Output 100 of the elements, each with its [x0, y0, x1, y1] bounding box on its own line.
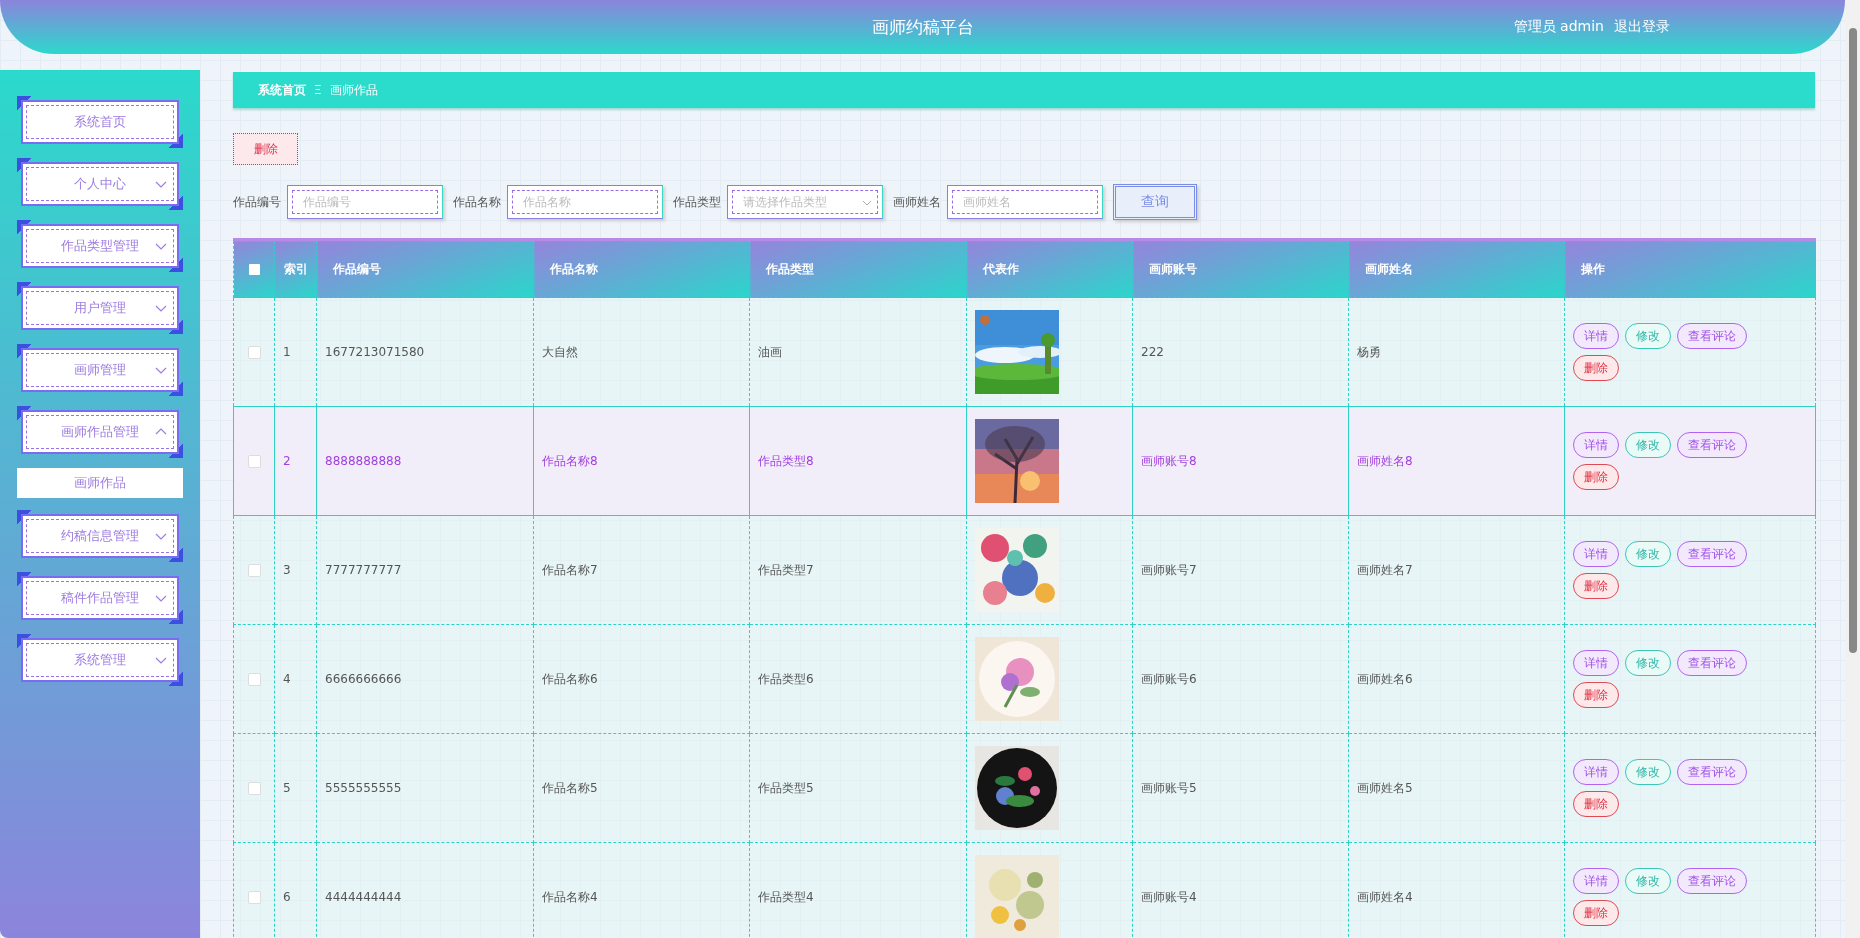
- delete-button[interactable]: 删除: [1573, 682, 1619, 708]
- row-checkbox[interactable]: [247, 455, 261, 468]
- table-cell: 大自然: [542, 344, 578, 359]
- row-checkbox[interactable]: [247, 673, 261, 686]
- table-cell: 1: [283, 345, 291, 359]
- table-cell: 画师姓名4: [1357, 889, 1413, 904]
- column-header: 作品编号: [316, 239, 534, 298]
- column-header: 作品类型: [749, 239, 967, 298]
- edit-button[interactable]: 修改: [1625, 432, 1671, 458]
- table-cell: 画师姓名8: [1357, 453, 1413, 468]
- column-header: 画师账号: [1132, 239, 1349, 298]
- table-cell: 1677213071580: [325, 345, 425, 359]
- table-cell: 2: [283, 454, 291, 468]
- input-field[interactable]: 作品编号: [287, 185, 443, 219]
- row-checkbox[interactable]: [247, 891, 261, 904]
- table-row[interactable]: 5 5555555555 作品名称5 作品类型5 画师账号5 画师姓名5 详情 修改 查看评论 删除: [233, 733, 1816, 843]
- sidebar-item[interactable]: 系统管理: [17, 634, 183, 686]
- table-row[interactable]: 4 6666666666 作品名称6 作品类型6 画师账号6 画师姓名6 详情 修改 查看评论 删除: [233, 624, 1816, 734]
- table-cell: 6666666666: [325, 672, 402, 686]
- table-cell: 5555555555: [325, 781, 402, 795]
- edit-button[interactable]: 修改: [1625, 759, 1671, 785]
- delete-button[interactable]: 删除: [233, 133, 298, 165]
- sidebar-item[interactable]: 画师管理: [17, 344, 183, 396]
- detail-button[interactable]: 详情: [1573, 432, 1619, 458]
- comments-button[interactable]: 查看评论: [1677, 759, 1747, 785]
- sidebar-item[interactable]: 作品类型管理: [17, 220, 183, 272]
- table-cell: 222: [1141, 345, 1164, 359]
- sidebar-item[interactable]: 画师作品管理: [17, 406, 183, 458]
- table-cell: 8888888888: [325, 454, 402, 468]
- logout-link[interactable]: 退出登录: [1614, 18, 1670, 36]
- scrollbar[interactable]: [1845, 0, 1860, 938]
- table-cell: 画师姓名7: [1357, 562, 1413, 577]
- delete-button[interactable]: 删除: [1573, 355, 1619, 381]
- edit-button[interactable]: 修改: [1625, 868, 1671, 894]
- edit-button[interactable]: 修改: [1625, 541, 1671, 567]
- table-cell: 作品类型4: [758, 889, 814, 904]
- comments-button[interactable]: 查看评论: [1677, 541, 1747, 567]
- detail-button[interactable]: 详情: [1573, 759, 1619, 785]
- table-cell: 画师账号5: [1141, 780, 1197, 795]
- table-cell: 画师账号8: [1141, 453, 1197, 468]
- row-checkbox[interactable]: [247, 782, 261, 795]
- comments-button[interactable]: 查看评论: [1677, 432, 1747, 458]
- table-cell: 作品类型6: [758, 671, 814, 686]
- edit-button[interactable]: 修改: [1625, 650, 1671, 676]
- table-cell: 作品类型5: [758, 780, 814, 795]
- detail-button[interactable]: 详情: [1573, 323, 1619, 349]
- table-cell: 画师账号6: [1141, 671, 1197, 686]
- field-label: 画师姓名: [893, 193, 941, 211]
- table-cell: 油画: [758, 344, 782, 359]
- row-checkbox[interactable]: [247, 346, 261, 359]
- search-button[interactable]: 查询: [1113, 184, 1197, 220]
- sidebar-item[interactable]: 个人中心: [17, 158, 183, 210]
- table-row[interactable]: 1 1677213071580 大自然 油画 222 杨勇 详情 修改 查看评论 删除: [233, 297, 1816, 407]
- table-cell: 6: [283, 890, 291, 904]
- detail-button[interactable]: 详情: [1573, 868, 1619, 894]
- table-cell: 作品名称5: [542, 780, 598, 795]
- table-cell: 3: [283, 563, 291, 577]
- table-row[interactable]: 6 4444444444 作品名称4 作品类型4 画师账号4 画师姓名4 详情 修改 查看评论 删除: [233, 842, 1816, 938]
- table-cell: 画师姓名6: [1357, 671, 1413, 686]
- table-cell: 画师账号4: [1141, 889, 1197, 904]
- column-header: 索引: [274, 239, 317, 298]
- user-label: 管理员 admin: [1513, 18, 1604, 36]
- select-all-checkbox[interactable]: [248, 264, 260, 275]
- comments-button[interactable]: 查看评论: [1677, 650, 1747, 676]
- sidebar-item[interactable]: 系统首页: [17, 96, 183, 148]
- delete-button[interactable]: 删除: [1573, 791, 1619, 817]
- table-cell: 作品名称8: [542, 453, 598, 468]
- table-cell: 作品类型7: [758, 562, 814, 577]
- column-header: 画师姓名: [1348, 239, 1565, 298]
- table-cell: 作品类型8: [758, 453, 814, 468]
- breadcrumb-separator: Ξ: [314, 83, 322, 97]
- delete-button[interactable]: 删除: [1573, 573, 1619, 599]
- table-row[interactable]: 3 7777777777 作品名称7 作品类型7 画师账号7 画师姓名7 详情 修改 查看评论 删除: [233, 515, 1816, 625]
- detail-button[interactable]: 详情: [1573, 541, 1619, 567]
- column-header: 作品名称: [533, 239, 750, 298]
- sidebar-subitem[interactable]: 画师作品: [17, 468, 183, 498]
- table-cell: 杨勇: [1357, 344, 1381, 359]
- edit-button[interactable]: 修改: [1625, 323, 1671, 349]
- select-field[interactable]: 请选择作品类型: [727, 185, 883, 219]
- table-row[interactable]: 2 8888888888 作品名称8 作品类型8 画师账号8 画师姓名8 详情 修改 查看评论 删除: [233, 406, 1816, 516]
- comments-button[interactable]: 查看评论: [1677, 868, 1747, 894]
- delete-button[interactable]: 删除: [1573, 900, 1619, 926]
- sidebar-item[interactable]: 用户管理: [17, 282, 183, 334]
- table-cell: 作品名称6: [542, 671, 598, 686]
- table-cell: 4444444444: [325, 890, 402, 904]
- sidebar-item[interactable]: 约稿信息管理: [17, 510, 183, 562]
- field-label: 作品名称: [453, 193, 501, 211]
- comments-button[interactable]: 查看评论: [1677, 323, 1747, 349]
- table-cell: 画师姓名5: [1357, 780, 1413, 795]
- input-field[interactable]: 作品名称: [507, 185, 663, 219]
- column-header: 代表作: [966, 239, 1133, 298]
- detail-button[interactable]: 详情: [1573, 650, 1619, 676]
- app-title: 画师约稿平台: [871, 16, 974, 37]
- field-label: 作品编号: [233, 193, 281, 211]
- input-field[interactable]: 画师姓名: [947, 185, 1103, 219]
- table-cell: 画师账号7: [1141, 562, 1197, 577]
- column-header: 操作: [1564, 239, 1816, 298]
- sidebar-item[interactable]: 稿件作品管理: [17, 572, 183, 624]
- row-checkbox[interactable]: [247, 564, 261, 577]
- delete-button[interactable]: 删除: [1573, 464, 1619, 490]
